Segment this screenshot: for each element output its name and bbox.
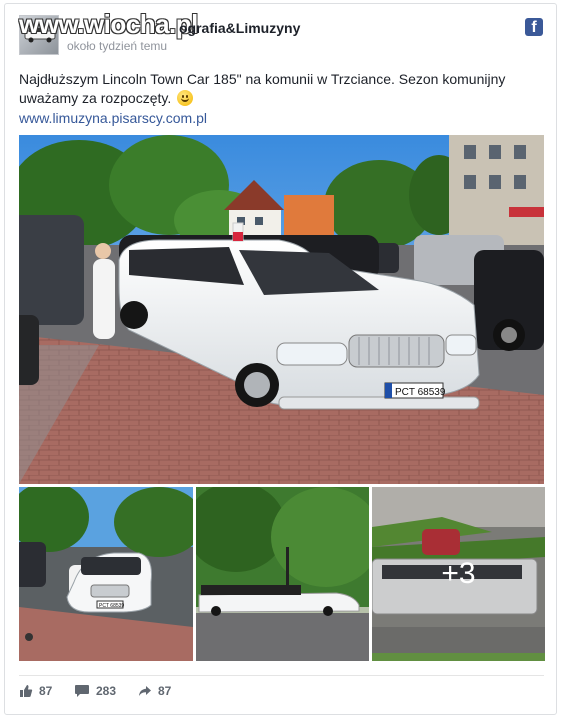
limousine-front-photo: PCT 68539 [19, 487, 193, 661]
comments-number: 283 [96, 684, 117, 698]
limousine-side-photo [196, 487, 369, 661]
post-link[interactable]: www.limuzyna.pisarscy.com.pl [19, 110, 207, 126]
shares-count[interactable]: 87 [138, 684, 171, 698]
page-name[interactable]: ografia&Limuzyny [67, 20, 300, 36]
smiling-face-emoji-icon [177, 90, 194, 106]
post-timestamp[interactable]: około tydzień temu [67, 39, 167, 53]
post-message: Najdłuższym Lincoln Town Car 185" na kom… [19, 71, 506, 106]
footer-divider [19, 675, 544, 676]
main-photo[interactable]: PCT 68539 [19, 135, 544, 484]
photo-thumbnail-3[interactable]: +3 [372, 487, 545, 661]
comment-icon [75, 685, 89, 697]
photo-thumbnail-1[interactable]: PCT 68539 [19, 487, 193, 661]
post-text: Najdłuższym Lincoln Town Car 185" na kom… [19, 70, 534, 108]
share-arrow-icon [139, 686, 151, 696]
post-card: www.wiocha.pl ografia&Limuzyny około tyd… [4, 3, 557, 715]
page-name-suffix[interactable]: ografia&Limuzyny [179, 20, 300, 36]
license-plate-main: PCT 68539 [395, 387, 446, 398]
more-photos-overlay[interactable]: +3 [372, 487, 545, 661]
reactions-number: 87 [39, 684, 53, 698]
shares-number: 87 [158, 684, 172, 698]
facebook-icon[interactable]: f [525, 18, 543, 36]
reactions-count[interactable]: 87 [19, 684, 52, 698]
license-plate-thumb: PCT 68539 [99, 603, 124, 609]
comments-count[interactable]: 283 [74, 684, 116, 698]
photo-thumbnail-2[interactable] [196, 487, 369, 661]
limousine-photo: PCT 68539 [19, 135, 544, 484]
thumbs-up-icon [20, 685, 33, 697]
